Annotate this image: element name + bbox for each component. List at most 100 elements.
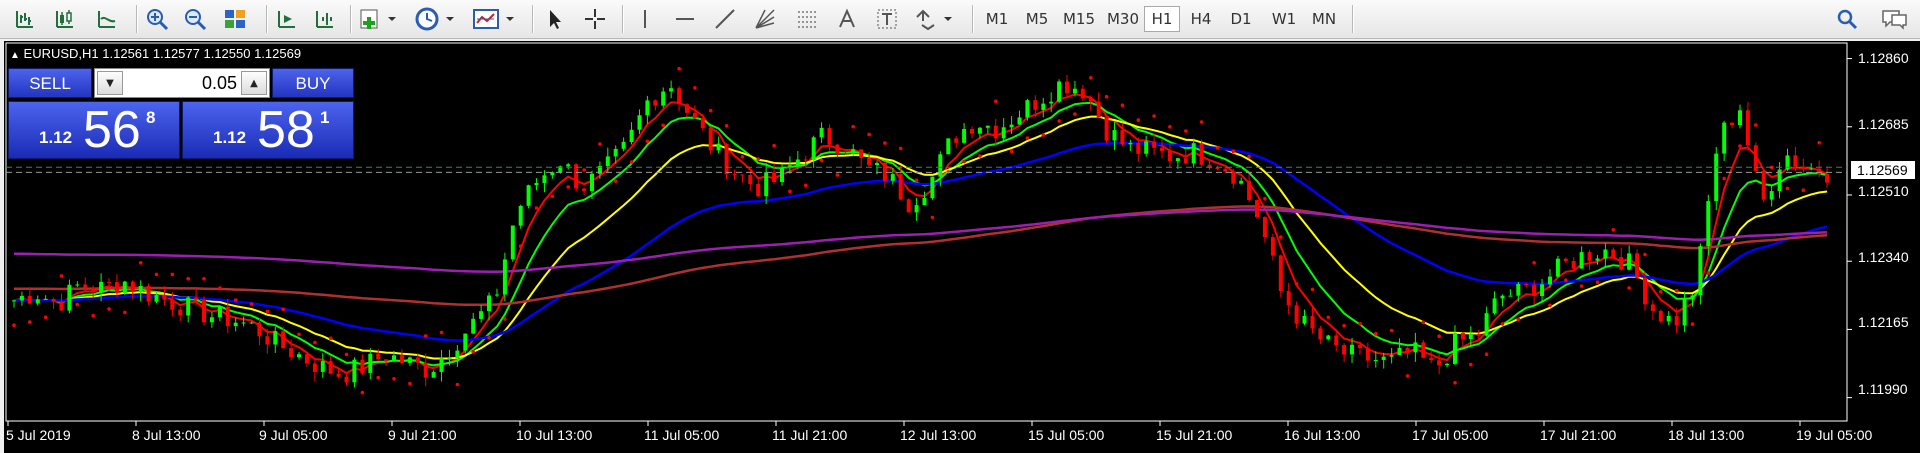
current-price-label: 1.12569 [1851,161,1915,179]
parabolic-sar-dot [1754,123,1758,127]
parabolic-sar-dot [1785,186,1790,191]
search-icon[interactable] [1832,4,1862,34]
candle-body [1635,253,1640,278]
arrows-icon[interactable] [912,4,960,34]
candle-body [700,118,705,129]
parabolic-sar-dot [455,382,460,387]
parabolic-sar-dot [1801,188,1806,192]
candle-body [590,173,594,192]
horizontal-line-icon[interactable] [670,4,700,34]
trendline-icon[interactable] [710,4,740,34]
candle-body [1555,258,1560,277]
candle-body [1492,298,1497,314]
parabolic-sar-dot [740,155,745,159]
candle-body [724,143,729,175]
chat-icon[interactable] [1878,4,1912,34]
candle-body [1429,357,1434,361]
candle-body [1017,117,1022,125]
candlestick-icon[interactable] [50,4,80,34]
chart-shift-icon[interactable] [310,4,340,34]
new-indicator-icon[interactable] [356,4,400,34]
candle-body [178,309,183,316]
candle-body [162,295,167,300]
timeframe-d1[interactable]: D1 [1224,6,1258,32]
candle-body [1096,101,1101,118]
parabolic-sar-dot [803,183,808,188]
parabolic-sar-dot [186,276,190,281]
crosshair-icon[interactable] [580,4,610,34]
candle-body [1437,360,1442,366]
parabolic-sar-dot [1310,287,1315,292]
candle-body [194,297,199,300]
line-chart-icon[interactable] [92,4,122,34]
lot-decrease-button[interactable]: ▼ [97,71,123,95]
collapse-icon[interactable]: ▲ [10,50,20,61]
candle-body [12,300,16,302]
cursor-icon[interactable] [540,4,570,34]
parabolic-sar-dot [154,272,159,277]
candle-body [1128,143,1133,145]
candle-body [1722,122,1727,154]
candle-body [75,284,80,286]
sell-button[interactable]: SELL [8,68,92,98]
parabolic-sar-dot [1342,323,1346,328]
candle-body [1223,168,1228,172]
candle-body [146,286,151,302]
candle-body [67,284,72,311]
parabolic-sar-dot [1611,228,1616,232]
timeframe-m1[interactable]: M1 [980,6,1014,32]
candle-body [1350,344,1354,355]
candle-body [1445,363,1449,366]
timeframe-w1[interactable]: W1 [1266,6,1302,32]
parabolic-sar-dot [487,336,491,340]
symbol-info: ▲ EURUSD,H1 1.12561 1.12577 1.12550 1.12… [10,46,301,61]
lot-size-input[interactable]: 0.05 [127,69,237,97]
timeframe-h4[interactable]: H4 [1184,6,1218,32]
parabolic-sar-dot [1579,284,1584,288]
timeframe-m30[interactable]: M30 [1102,6,1144,32]
vertical-line-icon[interactable] [630,4,660,34]
buy-button[interactable]: BUY [272,68,354,98]
candle-body [1421,342,1426,358]
candle-body [1627,253,1632,270]
candle-body [566,164,571,167]
candle-body [1278,255,1283,292]
timeframe-m15[interactable]: M15 [1058,6,1100,32]
ask-price-box[interactable]: 1.12 58 1 [182,101,354,159]
fibonacci-fan-icon[interactable] [750,4,780,34]
fibonacci-icon[interactable] [792,4,822,34]
parabolic-sar-dot [170,272,175,277]
clock-icon[interactable] [412,4,460,34]
time-label: 9 Jul 21:00 [388,427,457,443]
candle-body [407,357,412,363]
candle-body [376,353,381,360]
parabolic-sar-dot [1057,119,1061,123]
zoom-in-icon[interactable] [142,4,172,34]
parabolic-sar-dot [1674,288,1679,293]
candle-body [1714,153,1719,202]
parabolic-sar-dot [1120,103,1125,107]
tile-windows-icon[interactable] [220,4,250,34]
autoscroll-icon[interactable] [272,4,302,34]
candle-body [1199,143,1204,165]
candle-body [35,299,40,304]
bar-chart-icon[interactable] [10,4,40,34]
parabolic-sar-dot [1215,146,1220,150]
zoom-out-icon[interactable] [180,4,210,34]
candle-body [993,125,998,139]
timeframe-mn[interactable]: MN [1306,6,1342,32]
text-label-icon[interactable] [872,4,902,34]
timeframe-m5[interactable]: M5 [1020,6,1054,32]
candle-body [186,297,191,316]
parabolic-sar-dot [1279,235,1283,239]
text-icon[interactable] [832,4,862,34]
parabolic-sar-dot [898,146,903,151]
timeframe-h1[interactable]: H1 [1144,6,1180,32]
templates-icon[interactable] [470,4,520,34]
lot-increase-button[interactable]: ▲ [241,71,267,95]
parabolic-sar-dot [59,274,64,278]
candle-body [1690,295,1695,300]
bid-price-box[interactable]: 1.12 56 8 [8,101,180,159]
parabolic-sar-dot [693,86,697,90]
parabolic-sar-dot [1358,322,1362,326]
